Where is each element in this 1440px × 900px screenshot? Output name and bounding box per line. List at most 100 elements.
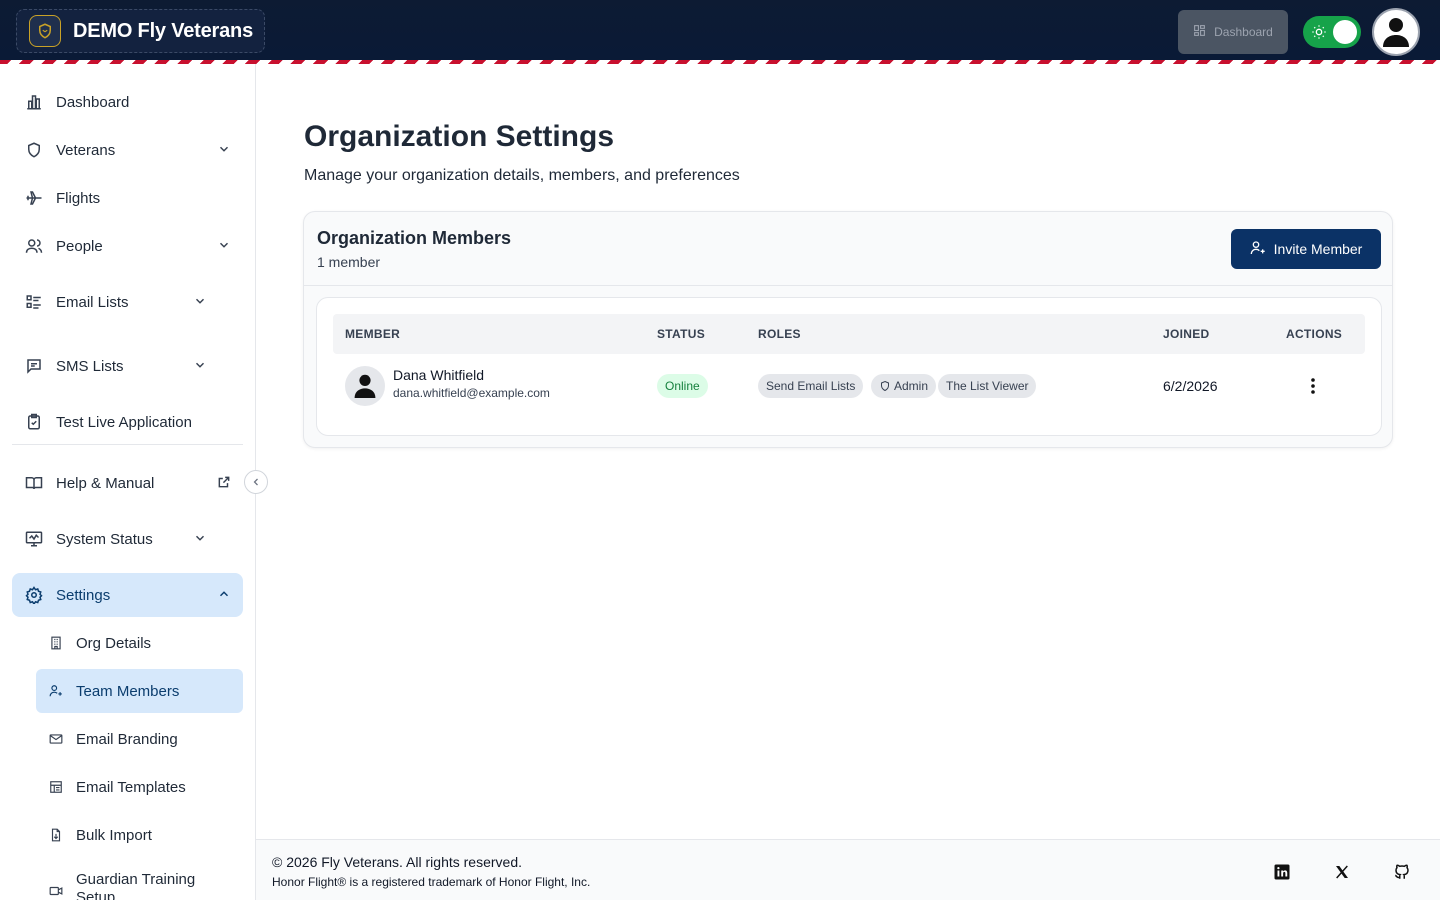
table-header: MEMBER STATUS ROLES JOINED ACTIONS bbox=[333, 314, 1365, 354]
mail-icon bbox=[48, 731, 64, 747]
sidebar-subitem-label: Bulk Import bbox=[76, 826, 152, 844]
row-actions-menu-button[interactable] bbox=[1303, 376, 1323, 396]
avatar bbox=[345, 366, 385, 406]
sidebar-subitem-label: Team Members bbox=[76, 682, 180, 700]
brand-title: DEMO Fly Veterans bbox=[73, 19, 253, 42]
status-badge: Online bbox=[657, 374, 708, 398]
sidebar-subitem-label: Email Templates bbox=[76, 778, 186, 796]
book-icon bbox=[24, 473, 44, 493]
sidebar-subitem-email-branding[interactable]: Email Branding bbox=[36, 717, 243, 761]
file-import-icon bbox=[48, 827, 64, 843]
shield-logo-icon bbox=[29, 15, 61, 47]
avatar-person-icon bbox=[1383, 18, 1409, 47]
footer-copyright: © 2026 Fly Veterans. All rights reserved… bbox=[272, 854, 522, 870]
sidebar-collapse-button[interactable] bbox=[244, 470, 268, 494]
sidebar-divider bbox=[12, 444, 243, 445]
video-icon bbox=[48, 883, 64, 899]
brand-logo-link[interactable]: DEMO Fly Veterans bbox=[16, 9, 265, 53]
sidebar-item-veterans[interactable]: Veterans bbox=[12, 128, 243, 172]
card-title: Organization Members bbox=[317, 228, 512, 248]
sidebar-subitem-bulk-import[interactable]: Bulk Import bbox=[36, 813, 243, 857]
avatar-person-icon bbox=[354, 374, 376, 398]
sidebar-item-sms-lists[interactable]: SMS Lists bbox=[12, 344, 243, 388]
sidebar-item-label: Email Lists bbox=[56, 293, 129, 311]
chevron-left-icon bbox=[253, 478, 258, 486]
joined-date: 6/2/2026 bbox=[1163, 378, 1218, 394]
sidebar-subitem-org-details[interactable]: Org Details bbox=[36, 621, 243, 665]
member-name: Dana Whitfield bbox=[393, 367, 485, 383]
chevron-up-icon bbox=[217, 587, 231, 605]
sun-icon bbox=[1311, 24, 1327, 45]
role-chip-label: Send Email Lists bbox=[766, 379, 856, 393]
dashboard-header-button[interactable]: Dashboard bbox=[1178, 10, 1288, 54]
sidebar: Dashboard Veterans Flights People Email … bbox=[0, 64, 268, 900]
member-email: dana.whitfield@example.com bbox=[393, 386, 550, 400]
users-icon bbox=[24, 236, 44, 256]
more-vertical-icon bbox=[1311, 378, 1315, 394]
role-chip-admin: Admin bbox=[871, 374, 937, 398]
sidebar-item-people[interactable]: People bbox=[12, 224, 243, 268]
chevron-down-icon bbox=[217, 142, 231, 160]
user-avatar-button[interactable] bbox=[1372, 8, 1420, 56]
external-link-icon bbox=[217, 475, 231, 493]
page-subtitle: Manage your organization details, member… bbox=[304, 167, 740, 184]
chevron-down-icon bbox=[217, 238, 231, 256]
sidebar-item-flights[interactable]: Flights bbox=[12, 176, 243, 220]
top-header: DEMO Fly Veterans Dashboard bbox=[0, 0, 1440, 60]
clipboard-icon bbox=[24, 412, 44, 432]
sidebar-item-system-status[interactable]: System Status bbox=[12, 517, 243, 561]
column-header-actions: ACTIONS bbox=[1286, 327, 1343, 341]
sidebar-item-settings[interactable]: Settings bbox=[12, 573, 243, 617]
sidebar-item-label: Dashboard bbox=[56, 93, 130, 111]
sidebar-item-label: Veterans bbox=[56, 141, 116, 159]
footer: © 2026 Fly Veterans. All rights reserved… bbox=[256, 839, 1440, 900]
dashboard-grid-icon bbox=[1193, 24, 1206, 40]
invite-member-label: Invite Member bbox=[1273, 241, 1363, 257]
bar-chart-icon bbox=[24, 92, 44, 112]
monitor-icon bbox=[24, 529, 44, 549]
chevron-down-icon bbox=[193, 358, 207, 376]
members-table: MEMBER STATUS ROLES JOINED ACTIONS Dana … bbox=[316, 297, 1382, 436]
sidebar-item-label: SMS Lists bbox=[56, 357, 124, 375]
sidebar-item-label: Settings bbox=[56, 586, 111, 604]
role-chip-send-email-lists: Send Email Lists bbox=[758, 374, 864, 398]
column-header-member: MEMBER bbox=[345, 327, 401, 341]
plane-icon bbox=[24, 188, 44, 208]
gear-icon bbox=[24, 585, 44, 605]
sidebar-item-test-live-application[interactable]: Test Live Application bbox=[12, 400, 243, 444]
building-icon bbox=[48, 635, 64, 651]
dashboard-header-label: Dashboard bbox=[1214, 25, 1273, 39]
column-header-joined: JOINED bbox=[1163, 327, 1210, 341]
list-icon bbox=[24, 292, 44, 312]
table-row[interactable]: Dana Whitfield dana.whitfield@example.co… bbox=[333, 358, 1365, 418]
role-chip-label: Admin bbox=[894, 379, 929, 393]
shield-icon bbox=[24, 140, 44, 160]
sidebar-item-email-lists[interactable]: Email Lists bbox=[12, 280, 243, 324]
members-card: Organization Members 1 member Invite Mem… bbox=[303, 211, 1393, 448]
linkedin-icon[interactable] bbox=[1272, 862, 1292, 882]
sidebar-item-help-manual[interactable]: Help & Manual bbox=[12, 461, 243, 505]
page-title: Organization Settings bbox=[304, 120, 615, 153]
role-chip-label: The List Viewer bbox=[946, 379, 1029, 393]
message-icon bbox=[24, 356, 44, 376]
card-divider bbox=[304, 285, 1392, 286]
sidebar-item-dashboard[interactable]: Dashboard bbox=[12, 80, 243, 124]
user-plus-icon bbox=[48, 683, 64, 699]
x-icon[interactable] bbox=[1332, 862, 1352, 882]
shield-icon bbox=[881, 380, 889, 392]
sidebar-subitem-label: Org Details bbox=[76, 634, 152, 652]
chevron-down-icon bbox=[193, 531, 207, 549]
sidebar-subitem-team-members[interactable]: Team Members bbox=[36, 669, 243, 713]
column-header-roles: ROLES bbox=[758, 327, 801, 341]
theme-toggle[interactable] bbox=[1303, 16, 1361, 48]
sidebar-subitem-email-templates[interactable]: Email Templates bbox=[36, 765, 243, 809]
user-plus-icon bbox=[1250, 240, 1266, 259]
sidebar-item-label: Flights bbox=[56, 189, 101, 207]
member-count: 1 member bbox=[317, 254, 381, 270]
toggle-knob bbox=[1333, 20, 1357, 44]
sidebar-item-label: Help & Manual bbox=[56, 474, 155, 492]
footer-trademark: Honor Flight® is a registered trademark … bbox=[272, 875, 591, 889]
invite-member-button[interactable]: Invite Member bbox=[1231, 229, 1381, 269]
sidebar-subitem-guardian-training-setup[interactable]: Guardian Training Setup bbox=[36, 861, 243, 900]
github-icon[interactable] bbox=[1392, 862, 1412, 882]
